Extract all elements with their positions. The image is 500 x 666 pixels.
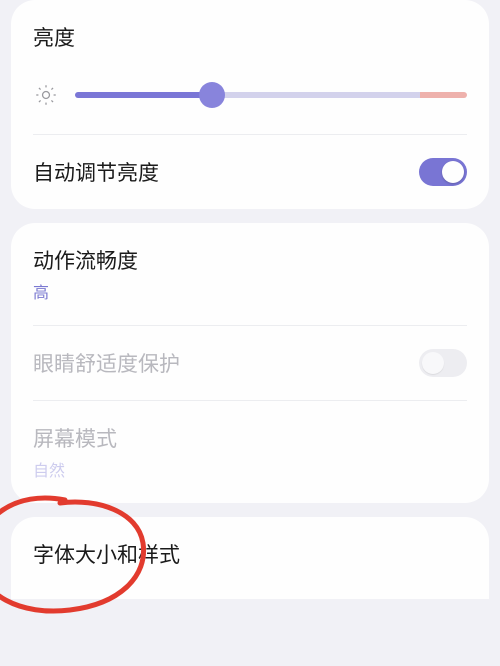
motion-smoothness-row[interactable]: 动作流畅度 高 [11,223,489,325]
screen-mode-value: 自然 [33,457,467,481]
brightness-title: 亮度 [33,22,467,52]
eye-comfort-label: 眼睛舒适度保护 [33,348,467,378]
motion-smoothness-value: 高 [33,279,467,303]
brightness-slider-thumb[interactable] [199,82,225,108]
auto-brightness-toggle[interactable] [419,158,467,186]
screen-mode-label: 屏幕模式 [33,423,467,453]
brightness-slider[interactable] [75,92,467,98]
eye-comfort-row[interactable]: 眼睛舒适度保护 [11,326,489,400]
sun-icon [33,82,59,108]
brightness-section: 亮度 [11,0,489,74]
auto-brightness-row[interactable]: 自动调节亮度 [11,135,489,209]
font-size-style-label: 字体大小和样式 [33,539,467,569]
toggle-knob [442,161,464,183]
auto-brightness-label: 自动调节亮度 [33,157,467,187]
font-size-style-row[interactable]: 字体大小和样式 [11,517,489,599]
toggle-knob [422,352,444,374]
brightness-slider-row [11,74,489,134]
eye-comfort-toggle[interactable] [419,349,467,377]
screen-mode-row[interactable]: 屏幕模式 自然 [11,401,489,503]
motion-smoothness-label: 动作流畅度 [33,245,467,275]
